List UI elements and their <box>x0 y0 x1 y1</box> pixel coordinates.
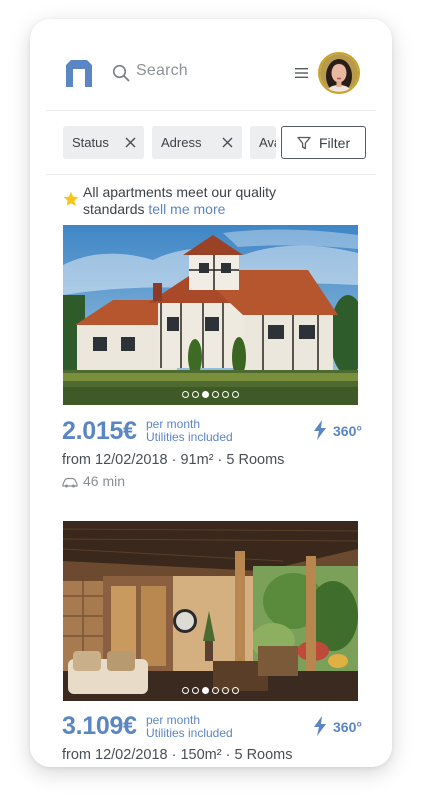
header: Search <box>30 19 392 110</box>
filter-chip-availability[interactable]: Availability <box>250 126 276 159</box>
carousel-dot-active[interactable] <box>202 687 209 694</box>
page: Search Status Adress Av Filter All apart… <box>0 0 422 806</box>
car-icon <box>62 477 78 488</box>
listing-price: 2.015€ <box>62 417 137 445</box>
carousel-dots[interactable] <box>63 391 358 398</box>
header-divider <box>46 110 376 111</box>
price-note-text: Utilities included <box>146 726 233 740</box>
close-icon[interactable] <box>125 137 136 148</box>
listing-details: from 12/02/2018 · 91m² · 5 Rooms <box>62 452 285 468</box>
badge-360-text: 360° <box>333 423 362 439</box>
carousel-dots[interactable] <box>63 687 358 694</box>
house-photo <box>63 225 358 405</box>
commute-time: 46 min <box>62 473 125 489</box>
porch-photo <box>63 521 358 701</box>
view-360-badge[interactable]: 360° <box>313 716 363 738</box>
listing-photo-house[interactable] <box>63 225 358 405</box>
filter-button-label: Filter <box>319 135 351 151</box>
lightning-icon <box>314 420 326 440</box>
quality-notice: All apartments meet our quality standard… <box>83 184 323 218</box>
chip-label: Status <box>72 135 109 150</box>
close-icon[interactable] <box>222 137 233 148</box>
lightning-icon <box>314 716 326 736</box>
badge-360-text: 360° <box>333 719 362 735</box>
carousel-dot-active[interactable] <box>202 391 209 398</box>
avatar[interactable] <box>318 52 360 94</box>
phone-frame: Search Status Adress Av Filter All apart… <box>30 19 392 767</box>
user-avatar <box>320 54 358 92</box>
price-period: per month Utilities included <box>146 418 233 444</box>
chip-label: Availability <box>259 135 276 150</box>
building-logo-icon[interactable] <box>65 59 93 87</box>
search-icon[interactable] <box>112 64 130 82</box>
listing-details: from 12/02/2018 · 150m² · 5 Rooms <box>62 747 293 763</box>
chip-label: Adress <box>161 135 202 150</box>
listing-photo-porch[interactable] <box>63 521 358 701</box>
search-input[interactable]: Search <box>136 62 188 80</box>
listing-price: 3.109€ <box>62 712 137 740</box>
carousel-dot[interactable] <box>192 391 199 398</box>
price-period: per month Utilities included <box>146 714 233 740</box>
carousel-dot[interactable] <box>212 687 219 694</box>
carousel-dot[interactable] <box>182 687 189 694</box>
star-icon <box>63 191 79 206</box>
filter-chip-address[interactable]: Adress <box>152 126 242 159</box>
commute-text: 46 min <box>83 473 126 489</box>
filter-button[interactable]: Filter <box>281 126 366 159</box>
price-note-text: Utilities included <box>146 430 233 444</box>
carousel-dot[interactable] <box>192 687 199 694</box>
funnel-icon <box>297 136 311 150</box>
view-360-badge[interactable]: 360° <box>313 420 363 442</box>
carousel-dot[interactable] <box>232 391 239 398</box>
carousel-dot[interactable] <box>222 687 229 694</box>
carousel-dot[interactable] <box>212 391 219 398</box>
carousel-dot[interactable] <box>182 391 189 398</box>
hamburger-menu-icon[interactable] <box>295 67 308 79</box>
carousel-dot[interactable] <box>232 687 239 694</box>
filter-divider <box>46 174 376 175</box>
carousel-dot[interactable] <box>222 391 229 398</box>
tell-me-more-link[interactable]: tell me more <box>148 201 225 217</box>
filter-chip-status[interactable]: Status <box>63 126 144 159</box>
